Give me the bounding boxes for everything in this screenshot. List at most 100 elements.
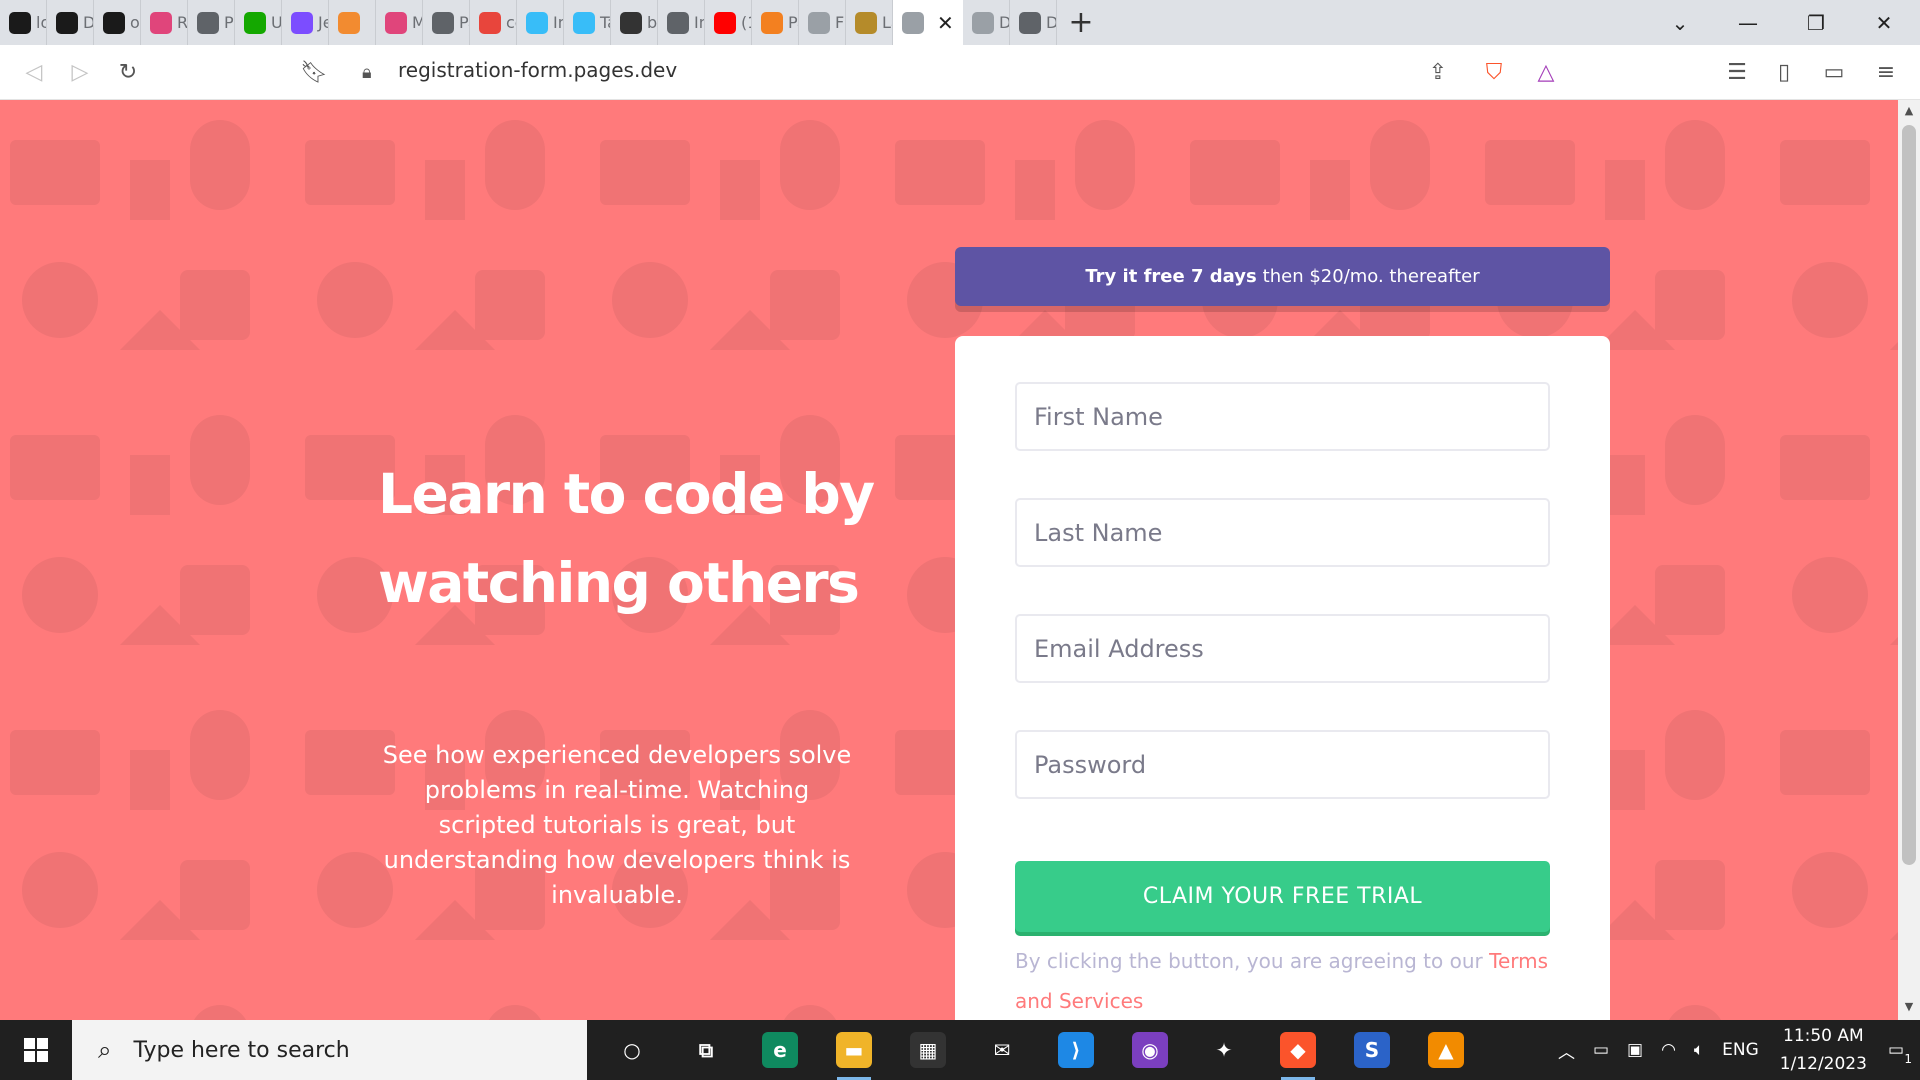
email-field[interactable]: Email Address: [1015, 614, 1550, 683]
browser-tab-4[interactable]: Pr: [188, 0, 235, 45]
forward-button[interactable]: ▷: [58, 45, 102, 100]
taskbar-app-8[interactable]: ✦: [1187, 1020, 1261, 1080]
scroll-down-icon[interactable]: ▼: [1903, 1000, 1915, 1013]
brave-rewards-icon[interactable]: △: [1524, 45, 1568, 100]
lock-icon: 🔒︎: [362, 61, 372, 83]
figma-icon: ✦: [1206, 1032, 1242, 1068]
browser-tab-12[interactable]: Tai: [564, 0, 611, 45]
scroll-thumb[interactable]: [1902, 125, 1916, 865]
browser-tab-trailing-1[interactable]: De: [1010, 0, 1057, 45]
browser-tab-14[interactable]: Int: [658, 0, 705, 45]
share-icon[interactable]: ⇪: [1416, 45, 1460, 100]
playlist-icon[interactable]: ☰: [1715, 45, 1759, 100]
volume-icon[interactable]: 🔈︎: [1685, 1040, 1713, 1060]
mail-icon: ✉: [984, 1032, 1020, 1068]
vscode-icon: ⟩: [1058, 1032, 1094, 1068]
edge-icon: e: [762, 1032, 798, 1068]
terms-notice: By clicking the button, you are agreeing…: [1015, 941, 1560, 1020]
browser-tab-2[interactable]: on: [94, 0, 141, 45]
language-indicator[interactable]: ENG: [1713, 1040, 1768, 1060]
taskbar-app-11[interactable]: ▲: [1409, 1020, 1483, 1080]
url-text[interactable]: registration-form.pages.dev: [398, 58, 677, 82]
promo-bold-text: Try it free 7 days: [1085, 266, 1257, 287]
tab-label: Dc: [999, 13, 1009, 32]
taskbar-app-0[interactable]: ○: [595, 1020, 669, 1080]
tab-search-icon[interactable]: ⌄: [1646, 0, 1714, 45]
taskbar-search[interactable]: ⌕ Type here to search: [72, 1020, 587, 1080]
hero-description: See how experienced developers solve pro…: [382, 741, 852, 909]
tab-label: De: [83, 13, 93, 32]
tab-label: bu: [647, 13, 658, 32]
reload-button[interactable]: ↻: [106, 45, 150, 100]
vlc-icon: ▲: [1428, 1032, 1464, 1068]
jest-icon: [291, 11, 313, 34]
taskbar-app-3[interactable]: ▬: [817, 1020, 891, 1080]
browser-tab-active[interactable]: ✕: [893, 0, 963, 45]
taskbar-app-5[interactable]: ✉: [965, 1020, 1039, 1080]
landing-page: Learn to code by watching others See how…: [0, 100, 1898, 1020]
cortana-icon: ○: [614, 1032, 650, 1068]
taskbar-app-4[interactable]: ▦: [891, 1020, 965, 1080]
back-button[interactable]: ◁: [12, 45, 56, 100]
page-icon: [808, 11, 830, 34]
taskbar-app-7[interactable]: ◉: [1113, 1020, 1187, 1080]
browser-tab-3[interactable]: Re: [141, 0, 188, 45]
notification-center-icon[interactable]: ▭ 1: [1879, 1040, 1920, 1066]
brave-shields-icon[interactable]: ⛉: [1472, 45, 1516, 100]
shield-icon: [479, 11, 501, 34]
menu-icon[interactable]: ≡: [1864, 45, 1908, 100]
battery-icon[interactable]: ▭: [1584, 1040, 1618, 1060]
browser-tab-trailing-0[interactable]: Dc: [963, 0, 1010, 45]
sidebar-icon[interactable]: ▯: [1762, 45, 1806, 100]
browser-tab-1[interactable]: De: [47, 0, 94, 45]
browser-tab-5[interactable]: Up: [235, 0, 282, 45]
network-adapter-icon[interactable]: ▣: [1618, 1040, 1652, 1060]
browser-tab-18[interactable]: La: [846, 0, 893, 45]
browser-tab-6[interactable]: Jes: [282, 0, 329, 45]
close-window-button[interactable]: ✕: [1850, 0, 1918, 45]
browser-tab-13[interactable]: bu: [611, 0, 658, 45]
taskbar-app-2[interactable]: e: [743, 1020, 817, 1080]
background-pattern: [0, 100, 1898, 1020]
browser-tab-7[interactable]: [329, 0, 376, 45]
terms-prefix: By clicking the button, you are agreeing…: [1015, 949, 1483, 973]
clock[interactable]: 11:50 AM 1/12/2023: [1768, 1022, 1879, 1078]
last-name-field[interactable]: Last Name: [1015, 498, 1550, 567]
taskbar-app-10[interactable]: S: [1335, 1020, 1409, 1080]
bookmark-icon[interactable]: 🔖︎: [292, 45, 336, 100]
browser-tab-8[interactable]: Mi: [376, 0, 423, 45]
wallet-icon[interactable]: ▭: [1812, 45, 1856, 100]
start-button[interactable]: [0, 1020, 72, 1080]
browser-tab-16[interactable]: Pa: [752, 0, 799, 45]
pen-icon: [432, 11, 454, 34]
browser-toolbar: ◁ ▷ ↻ 🔖︎ 🔒︎ ⇪ ⛉ △ ☰ ▯ ▭ ≡: [0, 45, 1920, 100]
taskbar-app-9[interactable]: ◆: [1261, 1020, 1335, 1080]
browser-tab-11[interactable]: Ins: [517, 0, 564, 45]
wifi-icon[interactable]: ◠: [1652, 1040, 1685, 1060]
tab-label: Up: [271, 13, 282, 32]
close-tab-icon[interactable]: ✕: [937, 11, 954, 35]
page-scrollbar[interactable]: ▲ ▼: [1898, 100, 1920, 1020]
scroll-up-icon[interactable]: ▲: [1903, 104, 1915, 117]
claim-free-trial-button[interactable]: CLAIM YOUR FREE TRIAL: [1015, 861, 1550, 932]
new-tab-button[interactable]: +: [1057, 0, 1105, 45]
tab-label: (1): [741, 13, 751, 32]
browser-tab-0[interactable]: loc: [0, 0, 47, 45]
taskbar-app-6[interactable]: ⟩: [1039, 1020, 1113, 1080]
browser-tab-17[interactable]: Fle: [799, 0, 846, 45]
tab-label: La: [882, 13, 892, 32]
password-field[interactable]: Password: [1015, 730, 1550, 799]
browser-tab-9[interactable]: Pa: [423, 0, 470, 45]
store-icon: ▦: [910, 1032, 946, 1068]
upwork-icon: [244, 11, 266, 34]
tab-label: Jes: [318, 13, 328, 32]
bookmark-icon: [385, 11, 407, 34]
browser-tab-10[interactable]: co: [470, 0, 517, 45]
chevron-up-icon[interactable]: ︿: [1549, 1038, 1584, 1063]
first-name-field[interactable]: First Name: [1015, 382, 1550, 451]
browser-tab-15[interactable]: (1): [705, 0, 752, 45]
minimize-button[interactable]: —: [1714, 0, 1782, 45]
restore-button[interactable]: ❐: [1782, 0, 1850, 45]
doc-icon: [338, 11, 360, 34]
taskbar-app-1[interactable]: ⧉: [669, 1020, 743, 1080]
